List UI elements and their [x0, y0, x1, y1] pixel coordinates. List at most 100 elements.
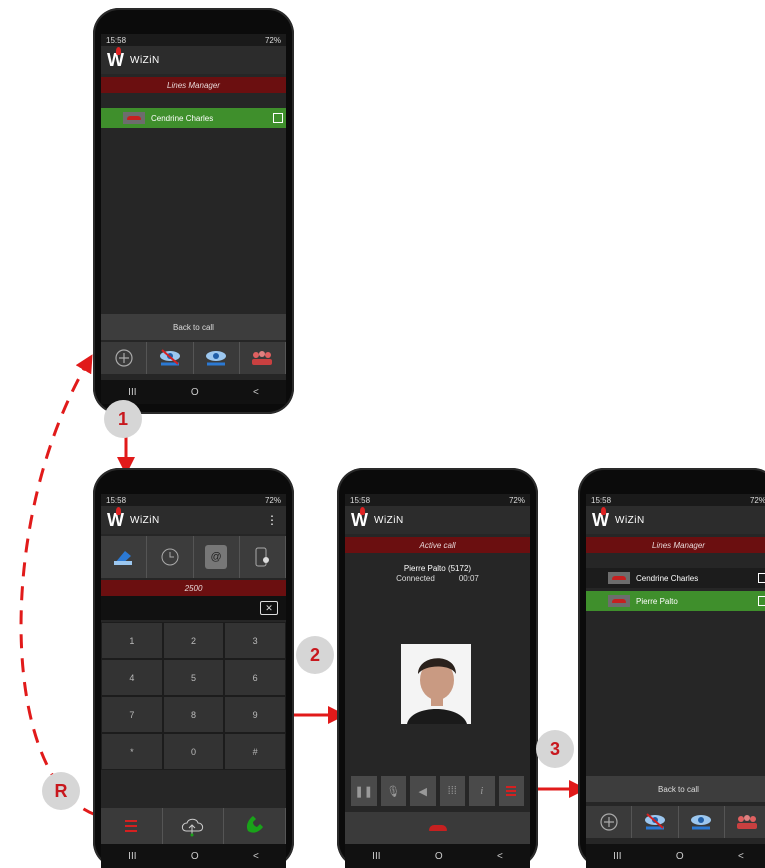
supervise-icon[interactable]: [679, 806, 725, 838]
info-icon[interactable]: i: [469, 776, 495, 806]
key-star[interactable]: *: [101, 733, 163, 770]
line-name: Pierre Palto: [636, 596, 678, 606]
key-8[interactable]: 8: [162, 696, 225, 733]
nav-home[interactable]: O: [676, 851, 684, 862]
key-3[interactable]: 3: [224, 622, 286, 659]
line-row[interactable]: Pierre Palto: [586, 591, 765, 611]
nav-back[interactable]: <: [497, 851, 503, 862]
number-input[interactable]: ✕: [101, 596, 286, 620]
call-controls: ❚❚ 🎙 ◀ ⁞⁞⁞ i: [349, 774, 526, 808]
transfer-icon[interactable]: [632, 806, 679, 838]
mic-icon[interactable]: 🎙: [380, 776, 406, 806]
dialer-actions: [101, 808, 286, 844]
key-hash[interactable]: #: [224, 733, 286, 770]
pause-icon[interactable]: ❚❚: [351, 776, 377, 806]
status-time: 15:58: [106, 35, 127, 45]
arrow-return: [19, 354, 97, 817]
nav-home[interactable]: O: [191, 387, 199, 398]
nav-recents[interactable]: III: [372, 851, 380, 862]
status-battery: 72%: [508, 495, 525, 505]
app-title: WiZiN: [374, 514, 404, 526]
action-tab-bar: [101, 342, 286, 374]
screen: 15:58 72% W WiZiN ⋮ @ 2500 ✕ 1 2 3 4 5 6…: [101, 494, 286, 868]
step-2-badge: 2: [296, 636, 334, 674]
speaker-icon[interactable]: ◀: [410, 776, 436, 806]
nav-recents[interactable]: III: [613, 851, 621, 862]
app-bar: W WiZiN: [101, 46, 286, 74]
conference-icon[interactable]: [725, 806, 765, 838]
keypad: 1 2 3 4 5 6 7 8 9 * 0 #: [101, 622, 286, 770]
status-bar: 15:58 72%: [345, 494, 530, 506]
nav-back[interactable]: <: [738, 851, 744, 862]
line-checkbox[interactable]: [273, 113, 283, 123]
call-icon[interactable]: [224, 808, 286, 844]
nav-home[interactable]: O: [435, 851, 443, 862]
line-row[interactable]: Cendrine Charles: [101, 108, 286, 128]
hangup-icon[interactable]: [123, 112, 145, 124]
conference-icon[interactable]: [240, 342, 286, 374]
nav-back[interactable]: <: [253, 387, 259, 398]
line-checkbox[interactable]: [758, 573, 765, 583]
screen: 15:58 72% W WiZiN Active call Pierre Pal…: [345, 494, 530, 868]
lines-manager-icon[interactable]: [498, 776, 524, 806]
back-to-call-button[interactable]: Back to call: [101, 314, 286, 340]
key-6[interactable]: 6: [224, 659, 286, 696]
key-0[interactable]: 0: [162, 733, 225, 770]
add-call-icon[interactable]: [101, 342, 148, 374]
phone-active-call: 15:58 72% W WiZiN Active call Pierre Pal…: [337, 468, 538, 868]
phone-lines-manager-2: 15:58 72% W WiZiN Lines Manager Cendrine…: [578, 468, 765, 868]
status-time: 15:58: [106, 495, 127, 505]
screen-header: Lines Manager: [101, 77, 286, 93]
screen: 15:58 72% W WiZiN Lines Manager Cendrine…: [586, 494, 765, 868]
key-5[interactable]: 5: [162, 659, 225, 696]
mobile-icon[interactable]: [240, 536, 286, 578]
voicemail-icon[interactable]: [163, 808, 225, 844]
android-nav-bar: III O <: [345, 844, 530, 868]
nav-back[interactable]: <: [253, 851, 259, 862]
keypad-icon[interactable]: ⁞⁞⁞: [439, 776, 465, 806]
app-title: WiZiN: [615, 514, 645, 526]
app-bar: W WiZiN: [586, 506, 765, 534]
hangup-icon[interactable]: [608, 572, 630, 584]
step-3-badge: 3: [536, 730, 574, 768]
hangup-icon[interactable]: [608, 595, 630, 607]
key-4[interactable]: 4: [101, 659, 163, 696]
caller-photo: [401, 644, 471, 724]
key-2[interactable]: 2: [162, 622, 225, 659]
nav-recents[interactable]: III: [128, 851, 136, 862]
screen: 15:58 72% W WiZiN Lines Manager Cendrine…: [101, 34, 286, 404]
status-battery: 72%: [749, 495, 765, 505]
android-nav-bar: III O <: [101, 844, 286, 868]
hangup-button[interactable]: [345, 812, 530, 844]
key-7[interactable]: 7: [101, 696, 163, 733]
line-checkbox[interactable]: [758, 596, 765, 606]
status-time: 15:58: [591, 495, 612, 505]
wizin-logo: W: [107, 506, 124, 531]
lines-manager-icon[interactable]: [101, 808, 163, 844]
status-bar: 15:58 72%: [586, 494, 765, 506]
wizin-logo: W: [107, 46, 124, 71]
line-name: Cendrine Charles: [151, 113, 214, 123]
step-1-badge: 1: [104, 400, 142, 438]
line-name: Cendrine Charles: [636, 573, 699, 583]
dialpad-icon[interactable]: [101, 536, 148, 578]
key-1[interactable]: 1: [101, 622, 163, 659]
step-return-badge: R: [42, 772, 80, 810]
nav-home[interactable]: O: [191, 851, 199, 862]
nav-recents[interactable]: III: [128, 387, 136, 398]
backspace-icon[interactable]: ✕: [260, 601, 278, 615]
contacts-icon[interactable]: @: [194, 536, 240, 578]
hangup-icon: [428, 825, 447, 831]
back-to-call-button[interactable]: Back to call: [586, 776, 765, 802]
supervise-icon[interactable]: [194, 342, 240, 374]
dialed-number: 2500: [101, 580, 286, 596]
transfer-icon[interactable]: [147, 342, 194, 374]
add-call-icon[interactable]: [586, 806, 633, 838]
key-9[interactable]: 9: [224, 696, 286, 733]
overflow-menu-icon[interactable]: ⋮: [266, 513, 278, 527]
line-row[interactable]: Cendrine Charles: [586, 568, 765, 588]
app-bar: W WiZiN ⋮: [101, 506, 286, 534]
screen-header: Active call: [345, 537, 530, 553]
phone-lines-manager-1: 15:58 72% W WiZiN Lines Manager Cendrine…: [93, 8, 294, 414]
history-icon[interactable]: [147, 536, 194, 578]
